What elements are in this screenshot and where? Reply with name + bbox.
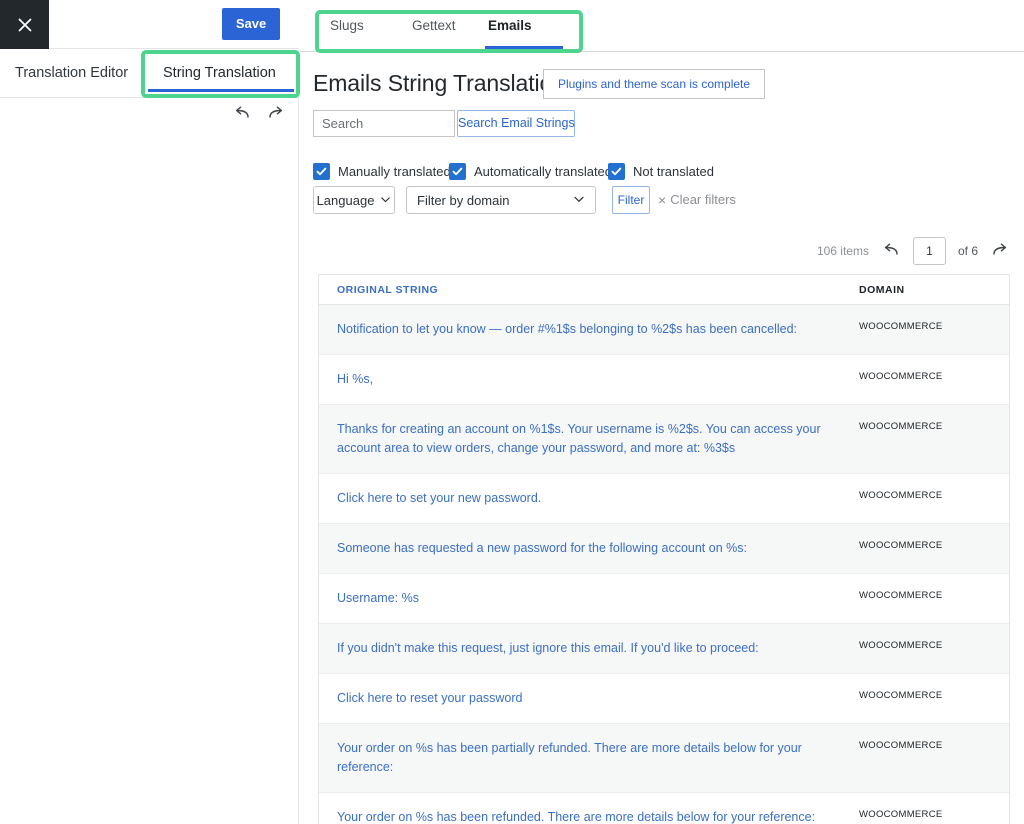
column-header-domain[interactable]: DOMAIN [859, 284, 1009, 296]
checkbox-label: Not translated [633, 164, 714, 179]
checkmark-icon [449, 163, 466, 180]
close-icon[interactable] [0, 0, 49, 49]
table-row[interactable]: Your order on %s has been refunded. Ther… [319, 793, 1009, 824]
cell-original-string[interactable]: Username: %s [319, 574, 859, 623]
close-small-icon: × [658, 186, 666, 214]
checkmark-icon [608, 163, 625, 180]
filter-button[interactable]: Filter [612, 186, 650, 214]
redo-icon[interactable] [266, 104, 286, 124]
pagination-controls: 106 items of 6 [817, 236, 1010, 266]
cell-domain: WOOCOMMERCE [859, 674, 1009, 723]
next-page-icon[interactable] [990, 241, 1010, 261]
checkbox-not-translated[interactable]: Not translated [608, 160, 714, 182]
tab-slugs[interactable]: Slugs [330, 0, 364, 51]
domain-select-label: Filter by domain [417, 193, 509, 208]
clear-filters-label: Clear filters [670, 186, 736, 214]
cell-domain: WOOCOMMERCE [859, 793, 1009, 824]
table-header-row: ORIGINAL STRING DOMAIN [319, 275, 1009, 305]
table-row[interactable]: Your order on %s has been partially refu… [319, 724, 1009, 793]
undo-icon[interactable] [232, 104, 252, 124]
domain-select[interactable]: Filter by domain [406, 186, 596, 214]
checkbox-label: Automatically translated [474, 164, 612, 179]
prev-page-icon[interactable] [881, 241, 901, 261]
chevron-down-icon [380, 193, 391, 208]
cell-domain: WOOCOMMERCE [859, 724, 1009, 792]
clear-filters-button[interactable]: × Clear filters [658, 186, 736, 214]
string-type-tab-bar: Slugs Gettext Emails [300, 0, 1024, 52]
cell-domain: WOOCOMMERCE [859, 574, 1009, 623]
cell-original-string[interactable]: Thanks for creating an account on %1$s. … [319, 405, 859, 473]
main-content: Slugs Gettext Emails Emails String Trans… [300, 0, 1024, 824]
string-translation-screen: Save Translation Editor String Translati… [0, 0, 1024, 824]
tab-translation-editor[interactable]: Translation Editor [15, 49, 128, 97]
page-number-input[interactable] [913, 237, 946, 265]
checkmark-icon [313, 163, 330, 180]
strings-table: ORIGINAL STRING DOMAIN Notification to l… [318, 274, 1010, 824]
cell-domain: WOOCOMMERCE [859, 524, 1009, 573]
cell-domain: WOOCOMMERCE [859, 305, 1009, 354]
search-email-strings-button[interactable]: Search Email Strings [457, 110, 575, 137]
items-count: 106 items [817, 244, 869, 258]
page-title: Emails String Translation [313, 70, 565, 97]
language-select-label: Language [317, 193, 375, 208]
search-input[interactable] [313, 110, 455, 137]
table-row[interactable]: Notification to let you know — order #%1… [319, 305, 1009, 355]
table-row[interactable]: Username: %s WOOCOMMERCE [319, 574, 1009, 624]
cell-domain: WOOCOMMERCE [859, 474, 1009, 523]
cell-original-string[interactable]: If you didn't make this request, just ig… [319, 624, 859, 673]
left-panel: Save Translation Editor String Translati… [0, 0, 299, 824]
table-row[interactable]: Click here to reset your password WOOCOM… [319, 674, 1009, 724]
column-header-original-string[interactable]: ORIGINAL STRING [319, 284, 859, 296]
cell-original-string[interactable]: Your order on %s has been refunded. Ther… [319, 793, 859, 824]
table-row[interactable]: Thanks for creating an account on %1$s. … [319, 405, 1009, 474]
undo-redo-controls [232, 103, 292, 125]
table-row[interactable]: Hi %s, WOOCOMMERCE [319, 355, 1009, 405]
checkbox-label: Manually translated [338, 164, 451, 179]
cell-domain: WOOCOMMERCE [859, 355, 1009, 404]
left-toolbar: Save [0, 0, 299, 49]
page-total-label: of 6 [958, 244, 978, 258]
table-row[interactable]: If you didn't make this request, just ig… [319, 624, 1009, 674]
cell-original-string[interactable]: Click here to set your new password. [319, 474, 859, 523]
checkbox-manually-translated[interactable]: Manually translated [313, 160, 451, 182]
tab-gettext[interactable]: Gettext [412, 0, 456, 51]
save-button[interactable]: Save [222, 8, 280, 40]
active-tab-underline [148, 89, 294, 92]
cell-domain: WOOCOMMERCE [859, 405, 1009, 473]
cell-original-string[interactable]: Notification to let you know — order #%1… [319, 305, 859, 354]
tab-emails[interactable]: Emails [488, 0, 532, 51]
cell-domain: WOOCOMMERCE [859, 624, 1009, 673]
cell-original-string[interactable]: Hi %s, [319, 355, 859, 404]
checkbox-automatically-translated[interactable]: Automatically translated [449, 160, 612, 182]
scan-status-notice[interactable]: Plugins and theme scan is complete [543, 69, 765, 99]
cell-original-string[interactable]: Your order on %s has been partially refu… [319, 724, 859, 792]
table-row[interactable]: Someone has requested a new password for… [319, 524, 1009, 574]
cell-original-string[interactable]: Someone has requested a new password for… [319, 524, 859, 573]
cell-original-string[interactable]: Click here to reset your password [319, 674, 859, 723]
language-select[interactable]: Language [313, 186, 395, 214]
chevron-down-icon [573, 193, 585, 208]
active-emails-underline [485, 46, 563, 49]
table-row[interactable]: Click here to set your new password. WOO… [319, 474, 1009, 524]
